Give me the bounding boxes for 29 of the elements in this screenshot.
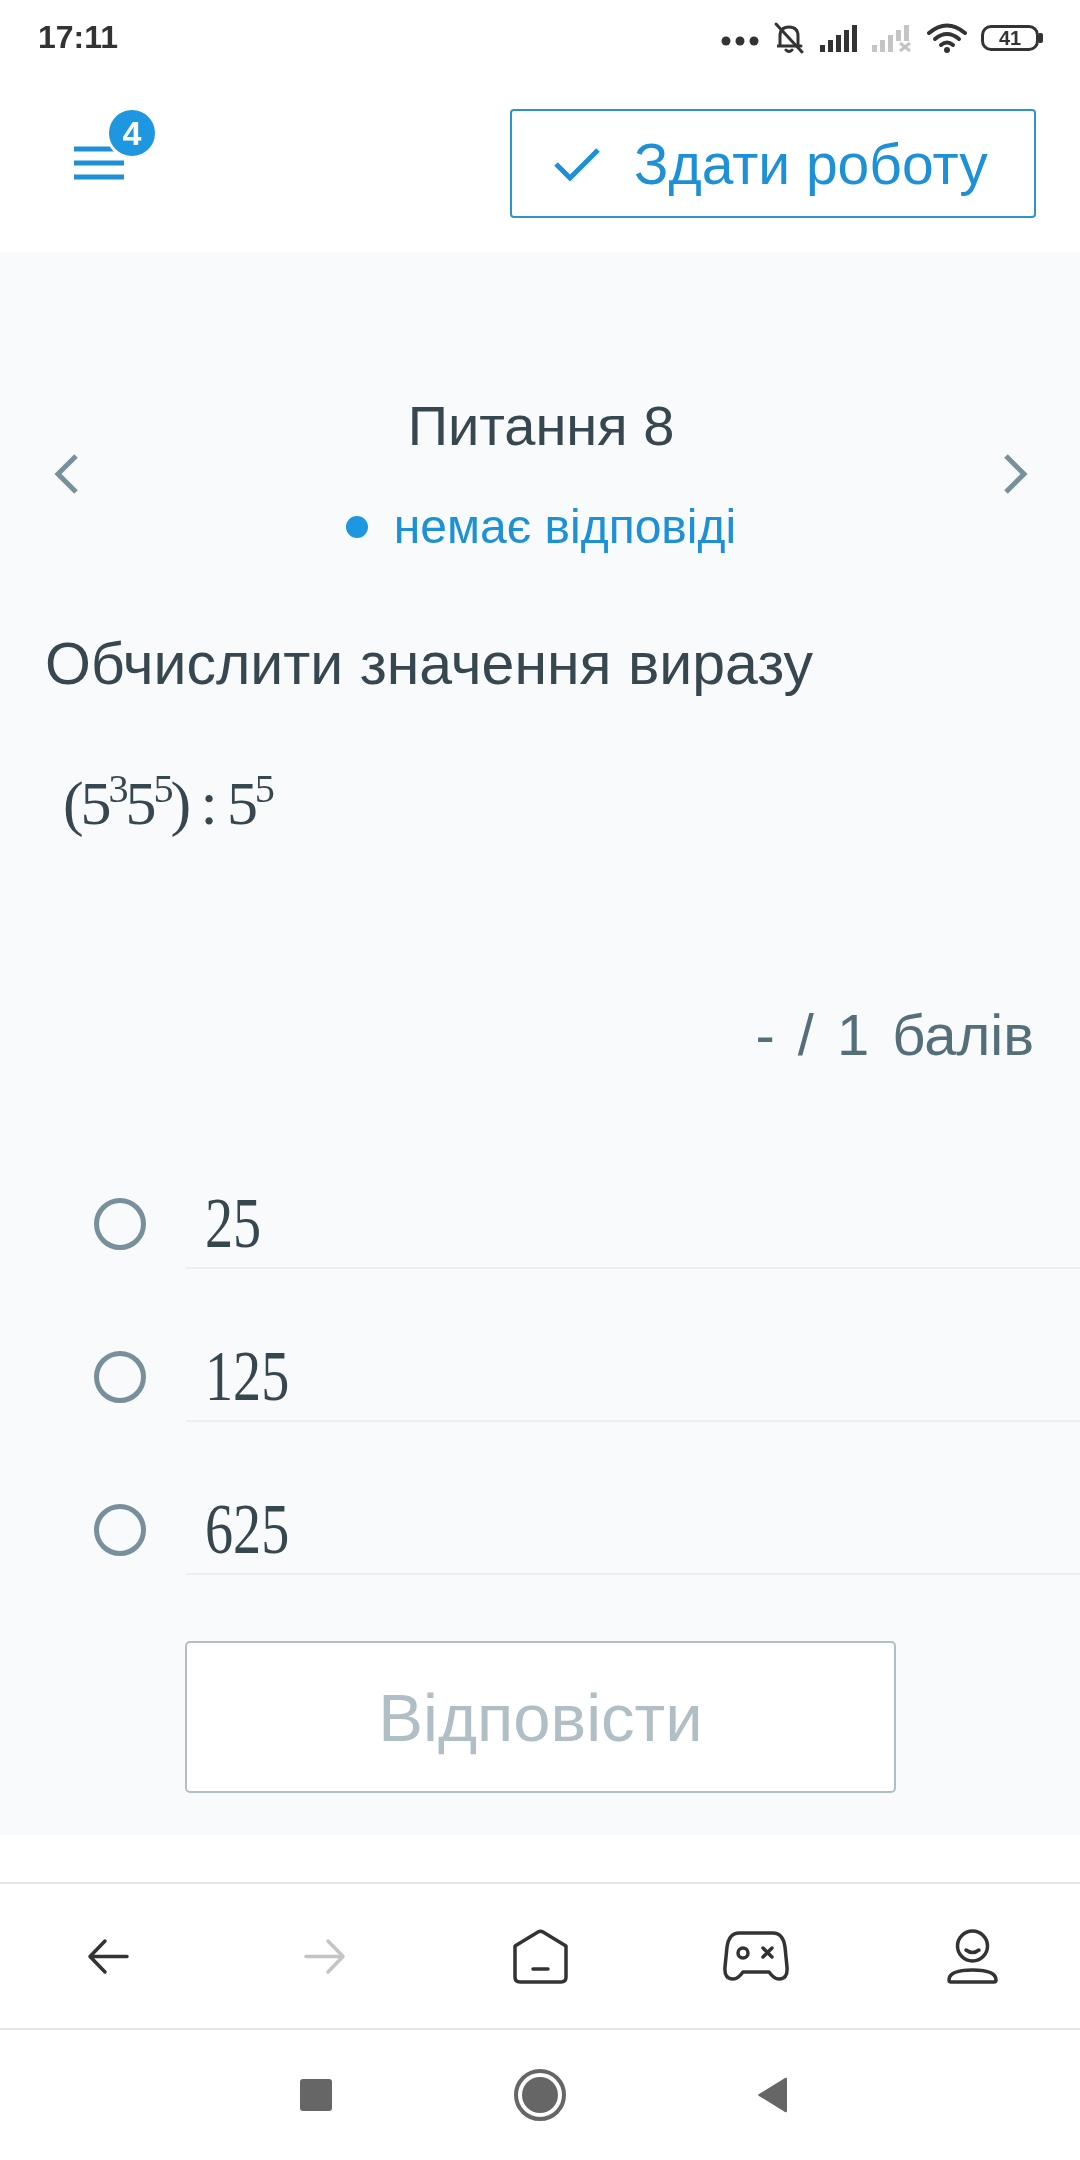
math-expression: (5$^{3}$5$^{5}$) : 5$^{5}$ — [63, 764, 274, 839]
muted-bell-icon — [772, 20, 806, 55]
status-dot-icon — [345, 516, 368, 538]
status-time: 17:11 — [38, 19, 119, 56]
question-title: Питання 8 — [407, 393, 675, 459]
question-text: Обчислити значення виразу — [45, 632, 814, 696]
no-signal-bars-icon — [871, 23, 913, 52]
circle-icon[interactable] — [514, 2069, 566, 2121]
house-icon[interactable] — [512, 1928, 568, 1984]
option-label[interactable]: 25 — [205, 1178, 262, 1268]
triangle-icon[interactable] — [757, 2077, 789, 2113]
check-icon — [553, 146, 601, 181]
signal-bars-icon — [819, 23, 858, 52]
radio-button[interactable] — [94, 1351, 146, 1403]
answer-status: немає відповіді — [393, 499, 737, 555]
points-label: - / 1 балів — [755, 1003, 1034, 1067]
person-icon[interactable] — [944, 1928, 1000, 1984]
radio-button[interactable] — [94, 1198, 146, 1250]
gamepad-icon[interactable] — [723, 1928, 789, 1984]
radio-button[interactable] — [94, 1504, 146, 1556]
option-label[interactable]: 125 — [205, 1331, 290, 1421]
chevron-left-icon[interactable] — [52, 452, 80, 496]
more-dots-icon — [721, 35, 759, 46]
chevron-right-icon[interactable] — [1002, 452, 1030, 496]
option-label[interactable]: 625 — [205, 1484, 290, 1574]
battery-indicator: 41 — [981, 24, 1043, 51]
wifi-icon — [926, 21, 968, 54]
menu-icon — [74, 146, 124, 180]
count-badge: 4 — [106, 107, 158, 159]
